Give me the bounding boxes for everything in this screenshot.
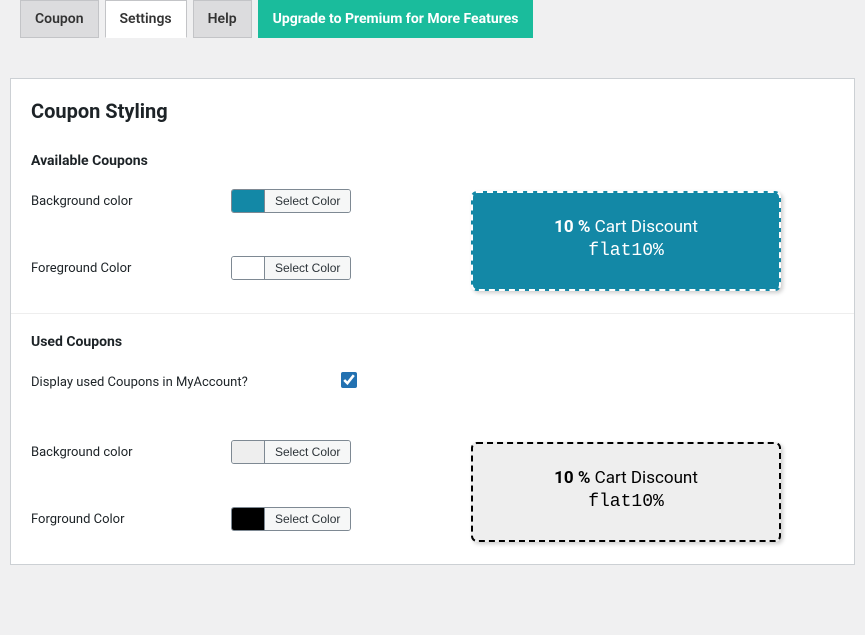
available-coupon-preview: 10 % Cart Discount flat10% [471, 191, 781, 291]
tab-coupon[interactable]: Coupon [20, 0, 99, 38]
available-bg-select-button[interactable]: Select Color [264, 190, 350, 212]
tab-help[interactable]: Help [193, 0, 252, 38]
settings-panel: Coupon Styling Available Coupons Backgro… [10, 78, 855, 565]
used-bg-select-button[interactable]: Select Color [264, 441, 350, 463]
used-display-label: Display used Coupons in MyAccount? [31, 370, 341, 390]
available-fg-label: Foreground Color [31, 256, 231, 276]
tab-upgrade-premium[interactable]: Upgrade to Premium for More Features [258, 0, 534, 38]
available-bg-color-picker[interactable]: Select Color [231, 189, 351, 213]
available-fg-color-picker[interactable]: Select Color [231, 256, 351, 280]
coupon-code: flat10% [483, 241, 769, 261]
used-display-checkbox[interactable] [341, 372, 357, 388]
used-bg-color-picker[interactable]: Select Color [231, 440, 351, 464]
tab-bar: Coupon Settings Help Upgrade to Premium … [0, 0, 865, 38]
used-fg-color-picker[interactable]: Select Color [231, 507, 351, 531]
available-bg-swatch [232, 190, 264, 212]
section-used: Used Coupons Display used Coupons in MyA… [11, 313, 854, 564]
available-fg-select-button[interactable]: Select Color [264, 257, 350, 279]
used-heading: Used Coupons [31, 334, 834, 350]
used-fg-label: Forground Color [31, 507, 231, 527]
used-bg-swatch [232, 441, 264, 463]
coupon-percent: 10 % [554, 468, 590, 488]
coupon-discount-text: Cart Discount [590, 468, 697, 488]
available-heading: Available Coupons [31, 153, 834, 169]
available-bg-label: Background color [31, 189, 231, 209]
page-title: Coupon Styling [31, 99, 834, 123]
coupon-line1: 10 % Cart Discount [483, 468, 769, 488]
used-fg-select-button[interactable]: Select Color [264, 508, 350, 530]
used-coupon-preview: 10 % Cart Discount flat10% [471, 442, 781, 542]
tab-settings[interactable]: Settings [105, 0, 187, 38]
used-fg-swatch [232, 508, 264, 530]
coupon-discount-text: Cart Discount [590, 217, 697, 237]
used-bg-label: Background color [31, 440, 231, 460]
coupon-code: flat10% [483, 492, 769, 512]
available-fg-swatch [232, 257, 264, 279]
coupon-line1: 10 % Cart Discount [483, 217, 769, 237]
section-available: Coupon Styling Available Coupons Backgro… [11, 79, 854, 313]
coupon-percent: 10 % [554, 217, 590, 237]
